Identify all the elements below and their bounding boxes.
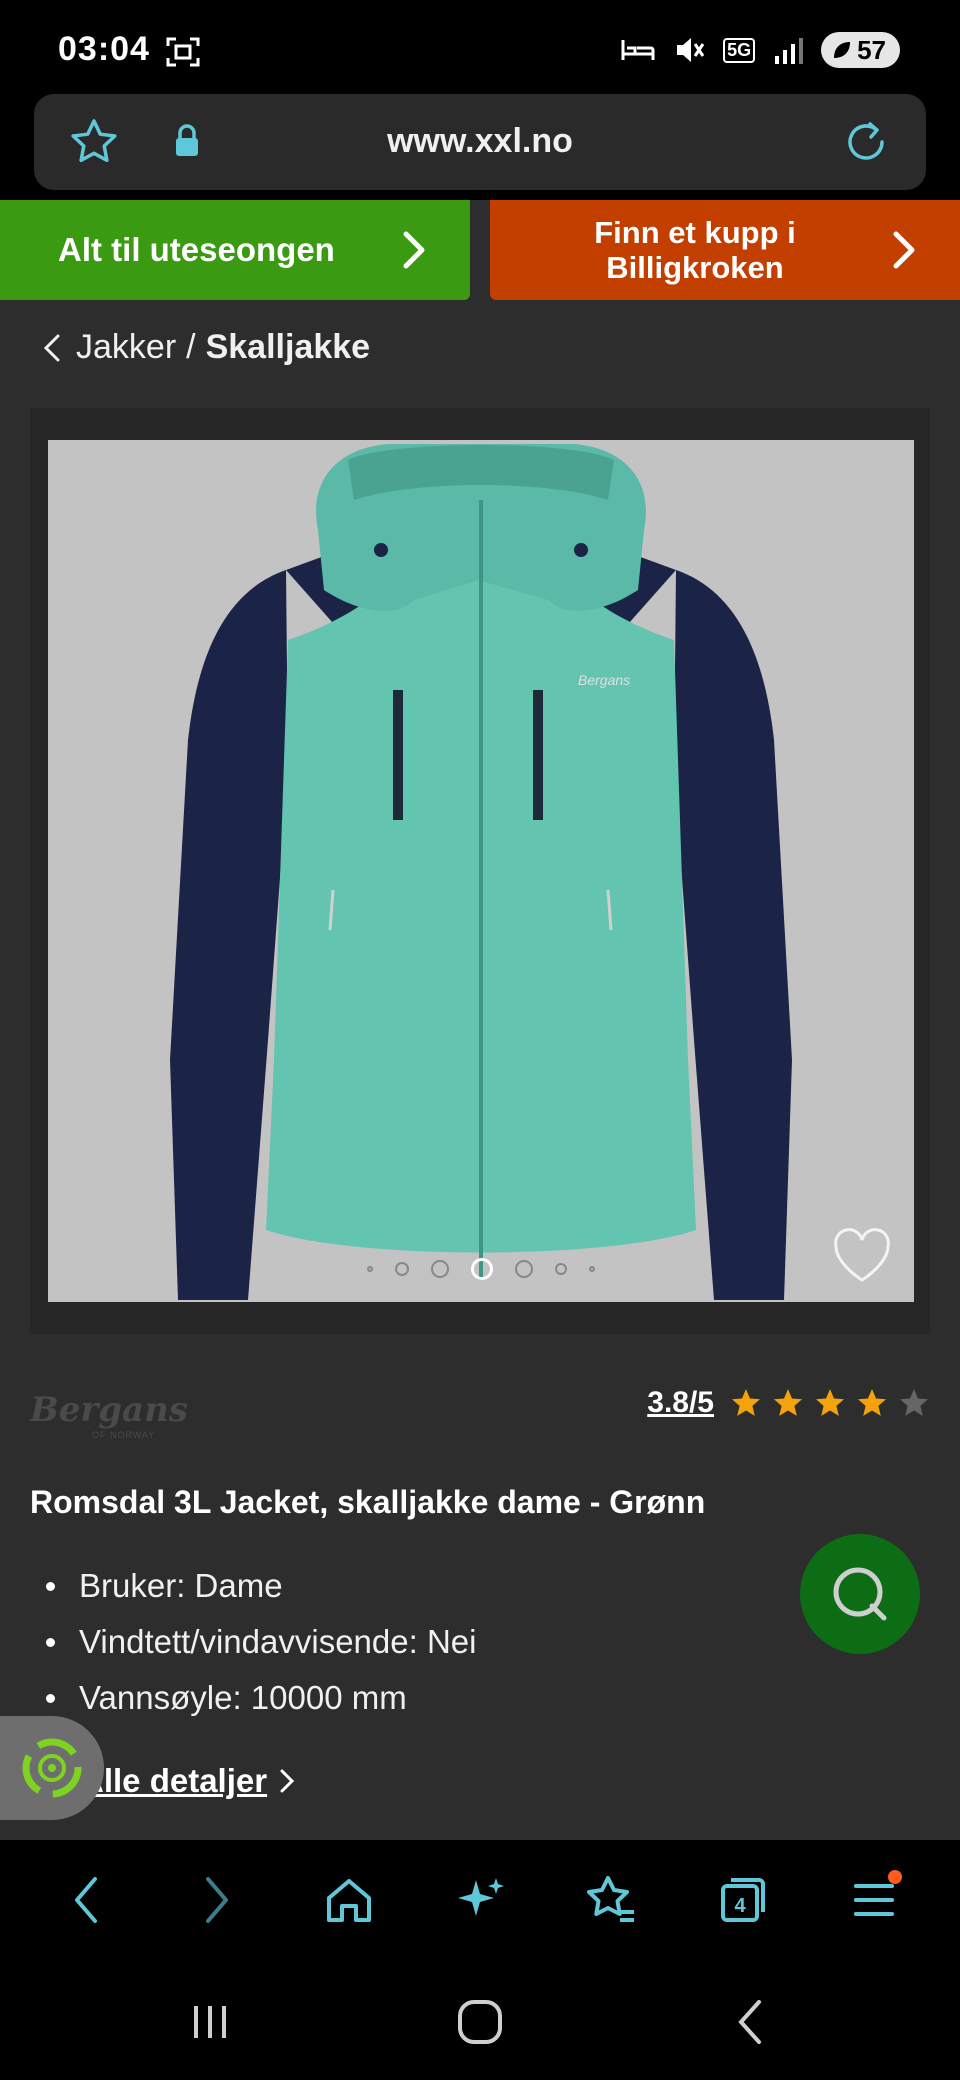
url-bar[interactable]: www.xxl.no	[34, 94, 926, 190]
web-page: Alt til uteseongen Finn et kupp i Billig…	[0, 200, 960, 1840]
screen-capture-icon	[166, 37, 200, 67]
leaf-icon	[834, 42, 851, 58]
spec-item: Vindtett/vindavvisende: Nei	[30, 1614, 476, 1670]
chevron-right-icon	[893, 231, 915, 269]
rating[interactable]: 3.8/5	[647, 1386, 930, 1420]
banner-bargain-label: Finn et kupp i Billigkroken	[594, 215, 796, 285]
rating-text[interactable]: 3.8/5	[647, 1386, 714, 1420]
bookmarks-button[interactable]	[561, 1850, 661, 1950]
menu-button[interactable]	[824, 1850, 924, 1950]
chevron-right-icon	[403, 231, 425, 269]
product-specs: Bruker: Dame Vindtett/vindavvisende: Nei…	[30, 1558, 476, 1726]
banner-bargain-line1: Finn et kupp i	[594, 215, 796, 250]
svg-text:Bergans: Bergans	[578, 672, 630, 688]
status-bar: 03:04 5G 57	[0, 0, 960, 96]
chevron-left-icon[interactable]	[42, 332, 62, 364]
banner-bargain-corner[interactable]: Finn et kupp i Billigkroken	[490, 200, 960, 300]
signal-icon	[775, 38, 804, 64]
notification-dot	[888, 1870, 903, 1884]
carousel-dot[interactable]	[395, 1262, 409, 1276]
product-title: Romsdal 3L Jacket, skalljakke dame - Grø…	[30, 1484, 706, 1520]
product-gallery[interactable]: Bergans	[30, 408, 930, 1334]
star-icon	[816, 1389, 844, 1416]
banner-outdoor-label: Alt til uteseongen	[58, 231, 335, 268]
assistant-button[interactable]	[430, 1850, 530, 1950]
carousel-dot[interactable]	[367, 1266, 373, 1272]
back-button[interactable]	[36, 1850, 136, 1950]
brand-logo-sub: OF NORWAY	[92, 1430, 156, 1440]
chevron-right-icon	[280, 1769, 295, 1793]
carousel-dot[interactable]	[555, 1263, 567, 1275]
star-icon	[858, 1389, 886, 1416]
bed-icon	[621, 40, 655, 60]
system-navigation	[0, 1960, 960, 2080]
back-nav-icon	[738, 2000, 761, 2044]
battery-indicator: 57	[821, 32, 900, 68]
home-button[interactable]	[299, 1850, 399, 1950]
all-details-link[interactable]: Alle detaljer	[80, 1762, 295, 1800]
jacket-image: Bergans	[170, 444, 792, 1300]
home-nav-icon	[458, 2000, 502, 2044]
star-empty-icon	[900, 1389, 928, 1416]
status-icons: 5G 57	[603, 30, 900, 70]
banner-bargain-line2: Billigkroken	[606, 250, 784, 285]
tabs-button[interactable]: 4	[693, 1850, 793, 1950]
status-time: 03:04	[58, 30, 150, 68]
carousel-dot[interactable]	[431, 1260, 449, 1278]
tabs-count: 4	[734, 1895, 746, 1917]
recycle-icon	[22, 1738, 82, 1798]
carousel-dots[interactable]	[48, 1258, 914, 1280]
spec-item: Vannsøyle: 10000 mm	[30, 1670, 476, 1726]
menu-icon	[854, 1884, 895, 1916]
eco-badge[interactable]	[0, 1716, 104, 1820]
recent-apps-button[interactable]	[160, 1982, 260, 2062]
breadcrumb: Jakker / Skalljakke	[42, 328, 370, 367]
mute-icon	[677, 38, 705, 62]
product-image[interactable]: Bergans	[48, 440, 914, 1302]
chat-icon	[833, 1567, 887, 1621]
heart-icon[interactable]	[832, 1228, 892, 1284]
back-nav-button[interactable]	[700, 1982, 800, 2062]
star-icon	[732, 1389, 760, 1416]
all-details-label: Alle detaljer	[80, 1762, 268, 1799]
banner-outdoor-season[interactable]: Alt til uteseongen	[0, 200, 470, 300]
breadcrumb-parent[interactable]: Jakker	[76, 328, 176, 367]
carousel-dot[interactable]	[515, 1260, 533, 1278]
battery-level: 57	[857, 34, 886, 65]
url-text[interactable]: www.xxl.no	[34, 122, 926, 161]
forward-arrow-icon	[206, 1877, 229, 1923]
recents-icon	[194, 2006, 226, 2038]
brand-logo[interactable]: Bergans	[30, 1390, 188, 1430]
network-label: 5G	[723, 37, 756, 63]
breadcrumb-separator: /	[186, 328, 196, 366]
sparkle-icon	[457, 1878, 504, 1916]
browser-toolbar: 4	[0, 1840, 960, 1960]
forward-button[interactable]	[167, 1850, 267, 1950]
tabs-icon: 4	[720, 1878, 765, 1922]
spec-item: Bruker: Dame	[30, 1558, 476, 1614]
bookmarks-star-icon	[587, 1876, 635, 1922]
breadcrumb-current: Skalljakke	[205, 328, 371, 366]
carousel-dot-active[interactable]	[471, 1258, 493, 1280]
chat-button[interactable]	[800, 1534, 920, 1654]
reload-icon[interactable]	[840, 116, 892, 168]
back-arrow-icon	[74, 1877, 97, 1923]
carousel-dot[interactable]	[589, 1266, 595, 1272]
star-icon	[774, 1389, 802, 1416]
home-icon	[326, 1879, 371, 1922]
home-nav-button[interactable]	[430, 1982, 530, 2062]
